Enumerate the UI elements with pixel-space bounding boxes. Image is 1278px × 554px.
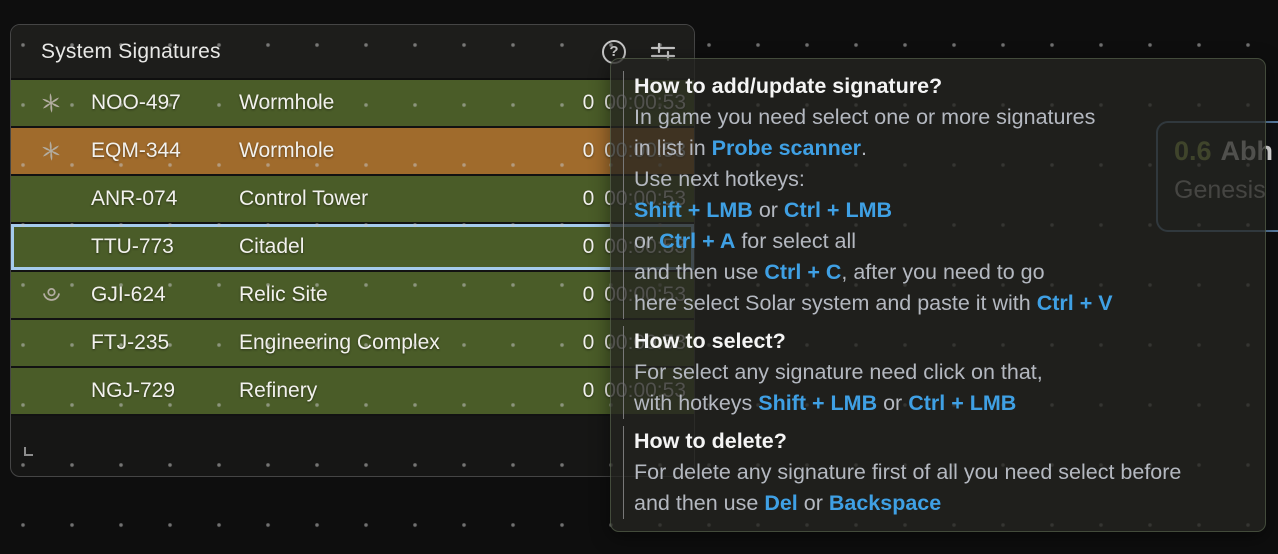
signature-type: Wormhole [239,91,583,115]
help-text: in list in [634,136,712,160]
help-line: with hotkeys Shift + LMB or Ctrl + LMB [634,388,1247,419]
signature-count: 0 [583,331,595,355]
help-line: in list in Probe scanner. [634,133,1247,164]
help-text: and then use [634,260,764,284]
help-text: In game you need select one or more sign… [634,105,1095,129]
signature-type: Refinery [239,379,583,403]
signature-id: FTJ-235 [91,331,239,355]
signature-count: 0 [583,283,595,307]
signature-row[interactable]: NGJ-729Refinery000:00:53 [11,368,694,416]
help-line: In game you need select one or more sign… [634,102,1247,133]
signature-type: Wormhole [239,139,583,163]
help-line: For select any signature need click on t… [634,357,1247,388]
signature-id: GJI-624 [91,283,239,307]
signature-row[interactable]: NOO-497Wormhole000:00:53 [11,80,694,128]
hotkey-text: Shift + LMB [634,198,753,222]
help-text: here select Solar system and paste it wi… [634,291,1037,315]
signature-id: NGJ-729 [91,379,239,403]
help-line: and then use Del or Backspace [634,488,1247,519]
system-signatures-panel: System Signatures ? NOO-497Wormhole000:0… [10,24,695,477]
help-line: Use next hotkeys: [634,164,1247,195]
help-text: for select all [735,229,856,253]
hotkey-text: Backspace [829,491,941,515]
hotkey-text: Ctrl + V [1037,291,1113,315]
help-line: or Ctrl + A for select all [634,226,1247,257]
wormhole-icon [11,139,91,163]
help-text: and then use [634,491,764,515]
help-text: For delete any signature first of all yo… [634,460,1181,484]
help-section: How to select? For select any signature n… [623,326,1247,419]
signature-type: Citadel [239,235,583,259]
help-text: with hotkeys [634,391,758,415]
help-line: For delete any signature first of all yo… [634,457,1247,488]
panel-title: System Signatures [41,40,221,64]
signature-row[interactable]: FTJ-235Engineering Complex000:00:53 [11,320,694,368]
help-line: Shift + LMB or Ctrl + LMB [634,195,1247,226]
signature-id: ANR-074 [91,187,239,211]
signature-rows: NOO-497Wormhole000:00:53EQM-344Wormhole0… [11,80,694,416]
hotkey-text: Probe scanner [712,136,861,160]
relic-icon [11,284,91,307]
resize-handle-icon[interactable] [24,447,33,456]
help-text: or [753,198,784,222]
hotkey-text: Del [764,491,797,515]
help-section: How to add/update signature? In game you … [623,71,1247,319]
help-line: here select Solar system and paste it wi… [634,288,1247,319]
signature-count: 0 [583,187,595,211]
signature-type: Engineering Complex [239,331,583,355]
help-section-title: How to add/update signature? [634,71,1247,102]
panel-footer [11,416,694,462]
hotkey-text: Ctrl + LMB [908,391,1016,415]
help-tooltip: How to add/update signature? In game you … [610,58,1266,532]
signature-count: 0 [583,235,595,259]
signature-row[interactable]: GJI-624Relic Site000:00:53 [11,272,694,320]
panel-header: System Signatures ? [11,25,694,80]
help-text: Use next hotkeys: [634,167,805,191]
help-text: or [634,229,659,253]
hotkey-text: Ctrl + C [764,260,841,284]
wormhole-icon [11,91,91,115]
help-text: or [877,391,908,415]
signature-id: NOO-497 [91,91,239,115]
signature-count: 0 [583,139,595,163]
signature-row[interactable]: TTU-773Citadel000:00:53 [11,224,694,272]
help-section-title: How to select? [634,326,1247,357]
help-text: For select any signature need click on t… [634,360,1043,384]
help-text: , after you need to go [841,260,1044,284]
hotkey-text: Ctrl + A [659,229,735,253]
signature-count: 0 [583,91,595,115]
hotkey-text: Shift + LMB [758,391,877,415]
signature-row[interactable]: ANR-074Control Tower000:00:53 [11,176,694,224]
help-section-title: How to delete? [634,426,1247,457]
help-line: and then use Ctrl + C, after you need to… [634,257,1247,288]
help-sections: How to add/update signature? In game you … [623,71,1247,519]
hotkey-text: Ctrl + LMB [784,198,892,222]
signature-id: TTU-773 [91,235,239,259]
signature-id: EQM-344 [91,139,239,163]
help-text: . [861,136,867,160]
signature-count: 0 [583,379,595,403]
signature-row[interactable]: EQM-344Wormhole000:00:53 [11,128,694,176]
help-text: or [798,491,829,515]
help-section: How to delete? For delete any signature f… [623,426,1247,519]
signature-type: Relic Site [239,283,583,307]
signature-type: Control Tower [239,187,583,211]
